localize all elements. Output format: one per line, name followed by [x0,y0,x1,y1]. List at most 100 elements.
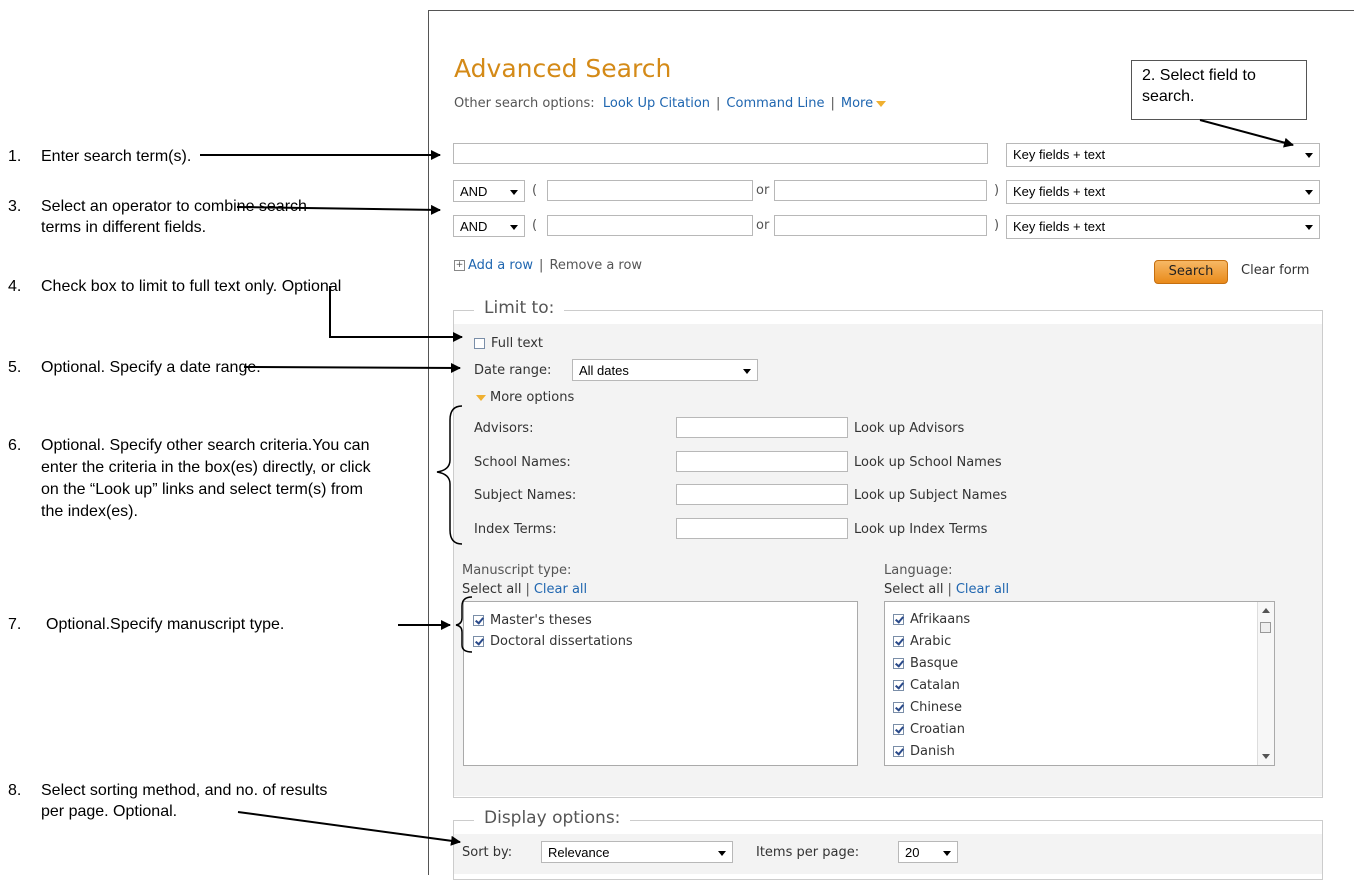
other-options-label: Other search options: [454,96,595,111]
manuscript-item[interactable]: Master's theses [473,613,592,628]
more-options-label: More options [490,390,575,405]
look-up-advisors-link[interactable]: Look up Advisors [854,421,964,436]
clear-form-link[interactable]: Clear form [1241,263,1309,278]
close-paren: ) [994,218,1000,233]
look-up-subject-names-link[interactable]: Look up Subject Names [854,488,1007,503]
close-paren: ) [994,183,1000,198]
add-row-button[interactable]: + Add a row [454,258,533,273]
more-label: More [840,96,874,111]
scroll-down-icon[interactable] [1262,754,1270,759]
criteria-label-school: School Names: [474,455,571,470]
annotation-text: Optional. Specify a date range. [41,359,261,376]
annotation-text: Optional. Specify other search criteria.… [41,437,371,520]
or-label: or [756,218,770,233]
other-search-options: Other search options: Look Up Citation | C… [454,96,887,111]
scroll-up-icon[interactable] [1262,608,1270,613]
items-per-page-select[interactable]: 20 [898,841,958,863]
chevron-down-icon [1305,225,1313,230]
language-item[interactable]: Catalan [893,678,960,693]
look-up-school-names-link[interactable]: Look up School Names [854,455,1002,470]
sort-by-value: Relevance [548,845,610,860]
language-item[interactable]: Danish [893,744,955,759]
annotation-number: 6. [8,437,22,454]
date-range-value: All dates [579,363,629,378]
checkbox-checked[interactable] [893,636,904,647]
language-item-label: Croatian [910,722,965,737]
display-options-legend: Display options: [474,808,631,828]
full-text-checkbox-row[interactable]: Full text [474,336,543,351]
language-item[interactable]: Arabic [893,634,951,649]
open-paren: ( [532,218,538,233]
annotation-number: 3. [8,198,22,215]
checkbox-checked[interactable] [893,746,904,757]
annotation-text: Select an operator to combine search ter… [41,198,307,236]
advisors-input[interactable] [676,417,848,438]
page-title: Advanced Search [454,54,672,83]
annotation-number: 8. [8,782,22,799]
more-options-toggle[interactable]: More options [476,390,574,405]
checkbox-checked[interactable] [893,702,904,713]
criteria-label-index: Index Terms: [474,522,557,537]
sort-by-label: Sort by: [462,845,513,860]
or-label: or [756,183,770,198]
search-term-input-1[interactable] [453,143,988,164]
field-select-1[interactable]: Key fields + text [1006,143,1320,167]
search-term-input-3a[interactable] [547,215,753,236]
items-per-page-value: 20 [905,845,920,860]
language-item-label: Catalan [910,678,960,693]
manuscript-item[interactable]: Doctoral dissertations [473,634,633,649]
remove-row-button[interactable]: Remove a row [549,258,642,273]
checkbox-checked[interactable] [893,614,904,625]
language-item-label: Arabic [910,634,952,649]
language-item[interactable]: Chinese [893,700,962,715]
chevron-down-icon [476,394,486,401]
language-scrollbar[interactable] [1257,602,1274,765]
command-line-link[interactable]: Command Line [726,96,824,111]
checkbox-checked[interactable] [893,658,904,669]
index-terms-input[interactable] [676,518,848,539]
chevron-down-icon [510,190,518,195]
chevron-down-icon [510,225,518,230]
annotation-number: 5. [8,359,22,376]
date-range-select[interactable]: All dates [572,359,758,381]
full-text-checkbox[interactable] [474,338,485,349]
language-item[interactable]: Afrikaans [893,612,970,627]
manuscript-select-all[interactable]: Select all [462,582,521,597]
search-term-input-3b[interactable] [774,215,987,236]
language-clear-all[interactable]: Clear all [956,582,1009,597]
operator-select-2[interactable]: AND [453,180,525,202]
search-button[interactable]: Search [1154,260,1228,284]
chevron-down-icon [718,851,726,856]
school-names-input[interactable] [676,451,848,472]
date-range-label: Date range: [474,363,552,378]
look-up-index-terms-link[interactable]: Look up Index Terms [854,522,987,537]
annotation-text: Select sorting method, and no. of result… [41,782,328,820]
open-paren: ( [532,183,538,198]
checkbox-checked[interactable] [893,724,904,735]
checkbox-checked[interactable] [473,636,484,647]
subject-names-input[interactable] [676,484,848,505]
checkbox-checked[interactable] [473,615,484,626]
search-term-input-2a[interactable] [547,180,753,201]
operator-value: AND [460,219,488,234]
manuscript-clear-all[interactable]: Clear all [534,582,587,597]
scroll-thumb[interactable] [1260,622,1271,633]
language-select-all[interactable]: Select all [884,582,943,597]
chevron-down-icon [876,100,887,107]
look-up-citation-link[interactable]: Look Up Citation [603,96,710,111]
language-item[interactable]: Croatian [893,722,965,737]
annotation-number: 4. [8,278,22,295]
language-item[interactable]: Basque [893,656,958,671]
more-options-menu[interactable]: More [840,96,887,111]
operator-select-3[interactable]: AND [453,215,525,237]
annotation-number: 7. [8,616,22,633]
language-item-label: Basque [910,656,959,671]
manuscript-item-label: Doctoral dissertations [490,634,633,649]
field-select-3[interactable]: Key fields + text [1006,215,1320,239]
manuscript-select-actions: Select all | Clear all [462,582,588,597]
sort-by-select[interactable]: Relevance [541,841,733,863]
items-per-page-label: Items per page: [756,845,860,860]
field-select-2[interactable]: Key fields + text [1006,180,1320,204]
search-term-input-2b[interactable] [774,180,987,201]
checkbox-checked[interactable] [893,680,904,691]
